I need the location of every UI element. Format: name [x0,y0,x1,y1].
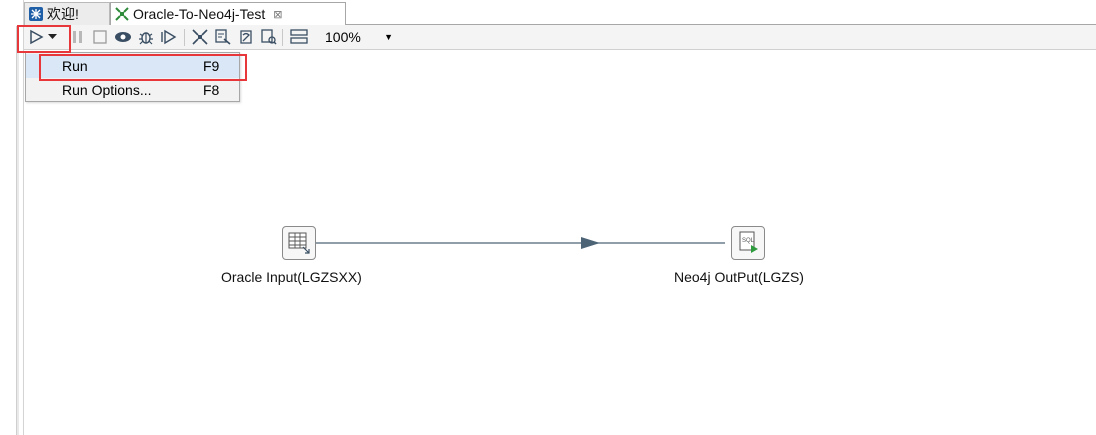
transformation-icon [115,7,129,21]
sql-output-icon: SQL [736,230,760,257]
chevron-down-icon: ▼ [384,32,393,42]
tab-welcome[interactable]: 欢迎! [24,2,110,25]
left-gutter [0,0,24,435]
hop-arrow-icon [581,237,600,249]
close-icon[interactable]: ⊠ [273,8,282,21]
menu-item-run-options-shortcut: F8 [203,82,220,98]
toolbar-separator [184,29,185,46]
highlight-box [17,25,71,53]
step-oracle-input-label: Oracle Input(LGZSXX) [221,269,362,285]
side-rail [16,26,19,435]
transformation-canvas[interactable]: Oracle Input(LGZSXX) SQL Neo4j OutPut(LG… [25,51,1096,435]
highlight-box [39,54,247,81]
menu-item-run-options-label: Run Options... [62,82,152,98]
editor-tabbar: 欢迎! Oracle-To-Neo4j-Test ⊠ [24,0,1096,26]
tab-transformation[interactable]: Oracle-To-Neo4j-Test ⊠ [110,2,346,26]
tab-welcome-label: 欢迎! [47,6,79,22]
welcome-icon [29,7,43,21]
step-neo4j-output-label: Neo4j OutPut(LGZS) [674,269,804,285]
zoom-select[interactable]: 100% ▼ [321,27,399,47]
hop-layer [316,237,725,249]
step-neo4j-output[interactable]: SQL [731,226,765,260]
menu-item-run-options[interactable]: Run Options... F8 [26,78,239,102]
tab-transformation-label: Oracle-To-Neo4j-Test [133,6,266,22]
stop-icon[interactable] [91,28,109,46]
explore-db-icon[interactable] [260,28,278,46]
sql-icon[interactable] [237,28,255,46]
debug-icon[interactable] [137,28,155,46]
table-input-icon [287,230,311,257]
layout-icon[interactable] [290,28,308,46]
step-oracle-input[interactable] [282,226,316,260]
preview-icon[interactable] [114,28,132,46]
replay-icon[interactable] [160,28,178,46]
transformation-toolbar: 100% ▼ [24,25,1096,50]
zoom-value: 100% [325,29,361,45]
pause-icon[interactable] [69,28,87,46]
verify-icon[interactable] [191,28,209,46]
svg-text:SQL: SQL [742,238,755,244]
impact-icon[interactable] [214,28,232,46]
toolbar-separator [282,29,283,46]
